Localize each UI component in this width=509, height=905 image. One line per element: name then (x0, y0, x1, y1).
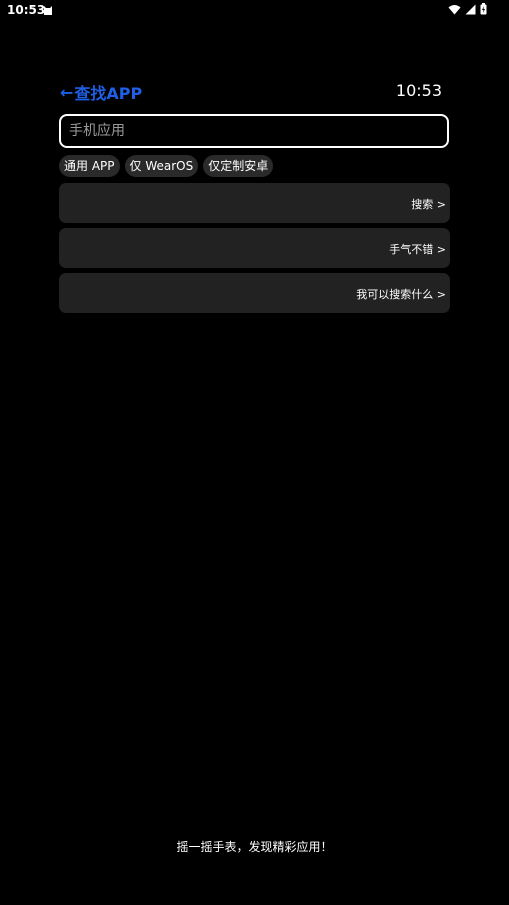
status-bar: 10:53 (0, 0, 509, 22)
back-button[interactable]: ← 查找APP (60, 80, 142, 104)
feeling-lucky-button[interactable]: 手气不错 > (59, 228, 450, 268)
wifi-icon (448, 4, 461, 14)
back-arrow-icon: ← (60, 82, 74, 102)
battery-charging-icon (480, 3, 487, 15)
filter-chip-custom-android-only[interactable]: 仅定制安卓 (203, 155, 274, 177)
page-title: 查找APP (74, 84, 143, 103)
status-time: 10:53 (7, 3, 46, 17)
feeling-lucky-button-label: 手气不错 > (389, 243, 446, 256)
search-input[interactable] (59, 114, 449, 148)
filter-chips: 通用 APP 仅 WearOS 仅定制安卓 (59, 155, 274, 177)
filter-chip-general-app[interactable]: 通用 APP (59, 155, 120, 177)
signal-icon (465, 4, 476, 14)
search-button-label: 搜索 > (411, 198, 446, 211)
search-button[interactable]: 搜索 > (59, 183, 450, 223)
header: ← 查找APP 10:53 (60, 80, 444, 104)
status-icons (448, 3, 487, 15)
cat-notification-icon (44, 6, 52, 15)
shake-hint: 摇一摇手表，发现精彩应用！ (176, 840, 333, 854)
search-help-button-label: 我可以搜索什么 > (356, 288, 446, 301)
clock: 10:53 (395, 81, 442, 100)
filter-chip-wearos-only[interactable]: 仅 WearOS (124, 155, 199, 177)
action-list: 搜索 > 手气不错 > 我可以搜索什么 > (59, 183, 450, 318)
search-help-button[interactable]: 我可以搜索什么 > (59, 273, 450, 313)
